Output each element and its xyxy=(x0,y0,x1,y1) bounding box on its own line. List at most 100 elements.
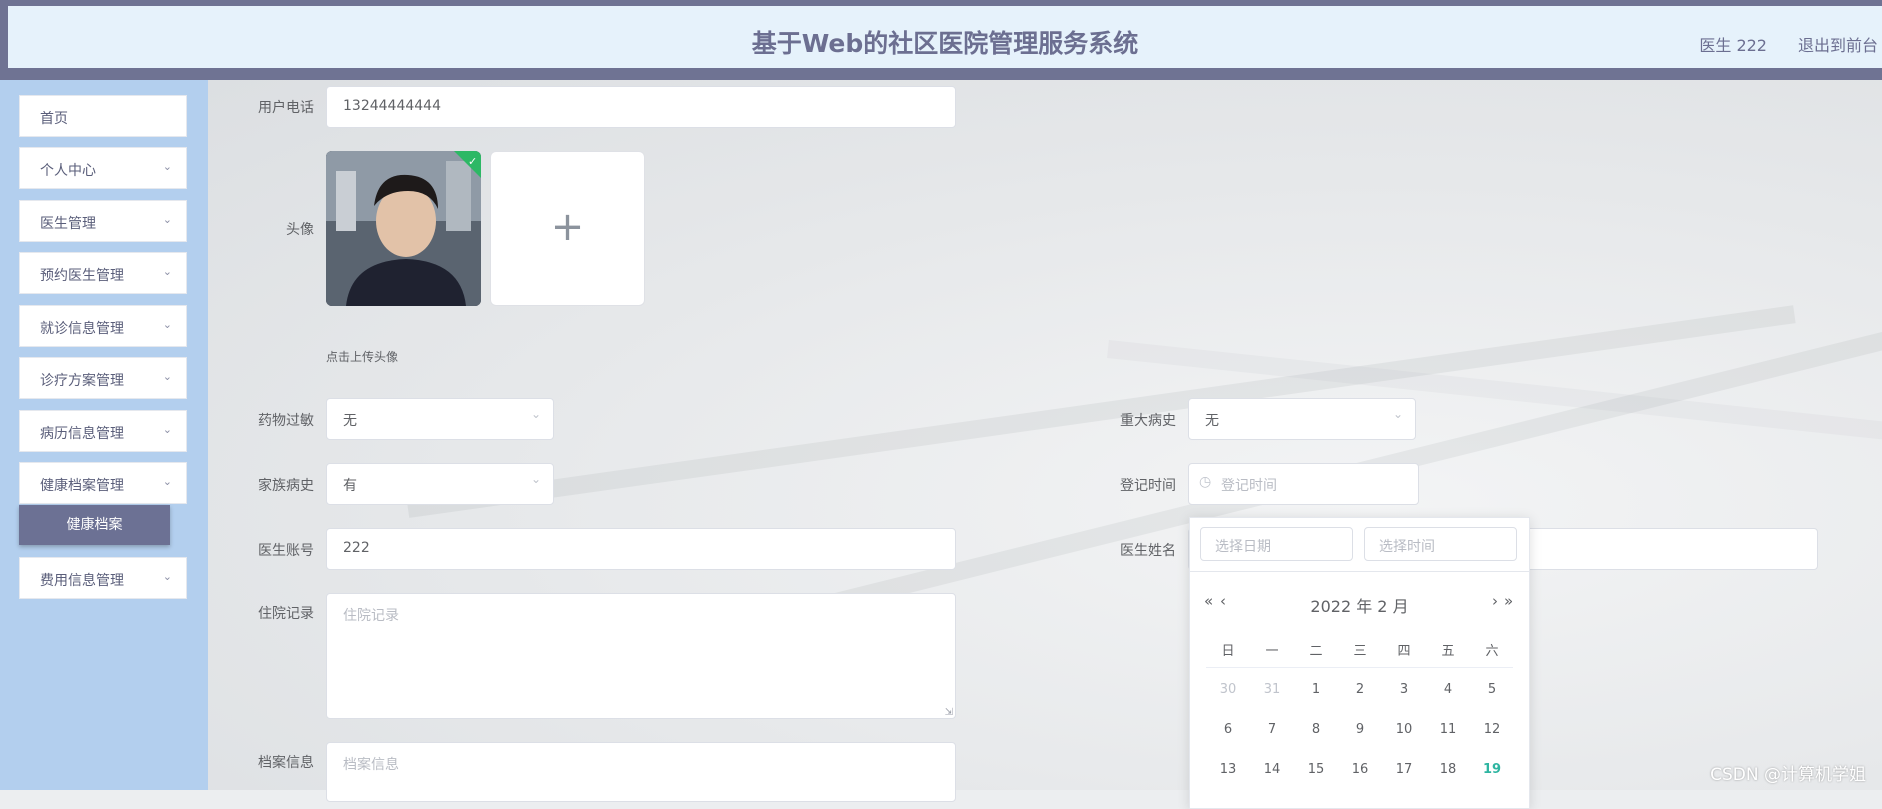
allergy-select[interactable]: 无 ⌄ xyxy=(326,398,554,440)
doctor-account-label: 医生账号 xyxy=(258,543,314,559)
family-history-select[interactable]: 有 ⌄ xyxy=(326,463,554,505)
calendar-day[interactable]: 5 xyxy=(1470,682,1514,697)
calendar-day[interactable]: 14 xyxy=(1250,762,1294,777)
weekday-label: 三 xyxy=(1353,644,1367,659)
calendar-day[interactable]: 17 xyxy=(1382,762,1426,777)
major-history-select[interactable]: 无 ⌄ xyxy=(1188,398,1416,440)
weekday-label: 日 xyxy=(1221,644,1235,659)
calendar-day[interactable]: 30 xyxy=(1206,682,1250,697)
picker-time-input[interactable]: 选择时间 xyxy=(1364,527,1517,561)
sidebar-item-label: 费用信息管理 xyxy=(40,573,124,589)
doctor-name-label: 医生姓名 xyxy=(1120,543,1176,559)
calendar-day[interactable]: 10 xyxy=(1382,722,1426,737)
hospital-record-label: 住院记录 xyxy=(258,606,314,622)
sidebar-item-health-archive[interactable]: 健康档案管理 ⌄ xyxy=(19,462,187,504)
calendar-day[interactable]: 6 xyxy=(1206,722,1250,737)
register-time-label: 登记时间 xyxy=(1120,478,1176,494)
doctor-account-input[interactable]: 222 xyxy=(326,528,956,570)
avatar-upload-button[interactable]: + xyxy=(490,151,645,306)
sidebar-item-label: 诊疗方案管理 xyxy=(40,373,124,389)
chevron-down-icon: ⌄ xyxy=(1392,407,1403,421)
date-picker-popup: 选择日期 选择时间 « ‹ 2022 年 2 月 › » 日 一 二 三 四 五… xyxy=(1189,517,1530,809)
sidebar-item-label: 就诊信息管理 xyxy=(40,321,124,337)
avatar-label: 头像 xyxy=(286,222,314,238)
sidebar-item-treatment-plan[interactable]: 诊疗方案管理 ⌄ xyxy=(19,357,187,399)
chevron-down-icon: ⌄ xyxy=(162,423,172,436)
weekday-label: 四 xyxy=(1397,644,1411,659)
family-history-value: 有 xyxy=(343,478,357,494)
picker-month-label: 2022 年 2 月 xyxy=(1310,597,1409,616)
archive-info-textarea[interactable]: 档案信息 xyxy=(326,742,956,802)
sidebar-subitem-health-archive[interactable]: 健康档案 xyxy=(19,505,170,545)
chevron-down-icon: ⌄ xyxy=(162,265,172,278)
sidebar-item-label: 预约医生管理 xyxy=(40,268,124,284)
sidebar-item-label: 健康档案管理 xyxy=(40,478,124,494)
calendar-day[interactable]: 2 xyxy=(1338,682,1382,697)
picker-date-placeholder: 选择日期 xyxy=(1215,539,1271,555)
hospital-record-textarea[interactable]: 住院记录 ⇲ xyxy=(326,593,956,719)
resize-handle-icon[interactable]: ⇲ xyxy=(945,707,953,718)
picker-time-placeholder: 选择时间 xyxy=(1379,539,1435,555)
avatar-upload-hint: 点击上传头像 xyxy=(326,350,399,364)
weekday-label: 一 xyxy=(1265,644,1279,659)
register-time-input[interactable]: ◷ 登记时间 xyxy=(1188,463,1419,505)
chevron-down-icon: ⌄ xyxy=(162,213,172,226)
header: 基于Web的社区医院管理服务系统 医生 222 退出到前台 xyxy=(8,6,1882,68)
chevron-down-icon: ⌄ xyxy=(162,570,172,583)
chevron-down-icon: ⌄ xyxy=(162,160,172,173)
chevron-down-icon: ⌄ xyxy=(530,472,541,486)
calendar-day[interactable]: 18 xyxy=(1426,762,1470,777)
sidebar-item-personal-center[interactable]: 个人中心 ⌄ xyxy=(19,147,187,189)
avatar-photo: ✓ xyxy=(326,151,481,306)
chevron-down-icon: ⌄ xyxy=(530,407,541,421)
calendar-day[interactable]: 4 xyxy=(1426,682,1470,697)
calendar-day[interactable]: 7 xyxy=(1250,722,1294,737)
sidebar-item-fee-management[interactable]: 费用信息管理 ⌄ xyxy=(19,557,187,599)
calendar-day[interactable]: 16 xyxy=(1338,762,1382,777)
picker-date-input[interactable]: 选择日期 xyxy=(1200,527,1353,561)
calendar-day[interactable]: 15 xyxy=(1294,762,1338,777)
current-user: 医生 222 xyxy=(1699,36,1767,55)
calendar-day[interactable]: 13 xyxy=(1206,762,1250,777)
watermark: CSDN @计算机学姐 xyxy=(1710,765,1866,785)
calendar-day[interactable]: 8 xyxy=(1294,722,1338,737)
avatar-image[interactable]: ✓ xyxy=(326,151,481,306)
calendar-day[interactable]: 3 xyxy=(1382,682,1426,697)
weekday-label: 二 xyxy=(1309,644,1323,659)
plus-icon: + xyxy=(550,204,585,250)
sidebar-item-appointment-management[interactable]: 预约医生管理 ⌄ xyxy=(19,252,187,294)
sidebar-item-label: 医生管理 xyxy=(40,216,96,232)
next-year-icon[interactable]: » xyxy=(1504,592,1513,610)
doctor-account-value: 222 xyxy=(343,540,370,556)
logout-link[interactable]: 退出到前台 xyxy=(1798,32,1878,56)
svg-text:✓: ✓ xyxy=(468,155,477,168)
calendar-day-today[interactable]: 19 xyxy=(1470,762,1514,777)
calendar-day[interactable]: 9 xyxy=(1338,722,1382,737)
phone-input[interactable]: 13244444444 xyxy=(326,86,956,128)
hospital-record-placeholder: 住院记录 xyxy=(343,608,399,624)
weekday-label: 五 xyxy=(1441,644,1455,659)
clock-icon: ◷ xyxy=(1199,474,1212,490)
sidebar-item-visit-management[interactable]: 就诊信息管理 ⌄ xyxy=(19,305,187,347)
picker-divider xyxy=(1190,571,1529,572)
calendar-day[interactable]: 31 xyxy=(1250,682,1294,697)
phone-value: 13244444444 xyxy=(343,98,441,114)
sidebar-item-home[interactable]: 首页 xyxy=(19,95,187,137)
phone-label: 用户电话 xyxy=(258,100,314,116)
allergy-value: 无 xyxy=(343,413,357,429)
archive-info-label: 档案信息 xyxy=(258,755,314,771)
sidebar-item-label: 个人中心 xyxy=(40,163,96,179)
next-month-icon[interactable]: › xyxy=(1492,592,1498,610)
app-title: 基于Web的社区医院管理服务系统 xyxy=(751,29,1139,58)
sidebar-item-medical-record[interactable]: 病历信息管理 ⌄ xyxy=(19,410,187,452)
calendar-day[interactable]: 1 xyxy=(1294,682,1338,697)
sidebar-item-label: 首页 xyxy=(40,111,68,127)
allergy-label: 药物过敏 xyxy=(258,413,314,429)
register-time-placeholder: 登记时间 xyxy=(1221,478,1277,494)
sidebar-item-doctor-management[interactable]: 医生管理 ⌄ xyxy=(19,200,187,242)
sidebar-item-label: 病历信息管理 xyxy=(40,426,124,442)
calendar-day[interactable]: 12 xyxy=(1470,722,1514,737)
calendar-day[interactable]: 11 xyxy=(1426,722,1470,737)
weekday-label: 六 xyxy=(1485,644,1499,659)
chevron-down-icon: ⌄ xyxy=(162,370,172,383)
